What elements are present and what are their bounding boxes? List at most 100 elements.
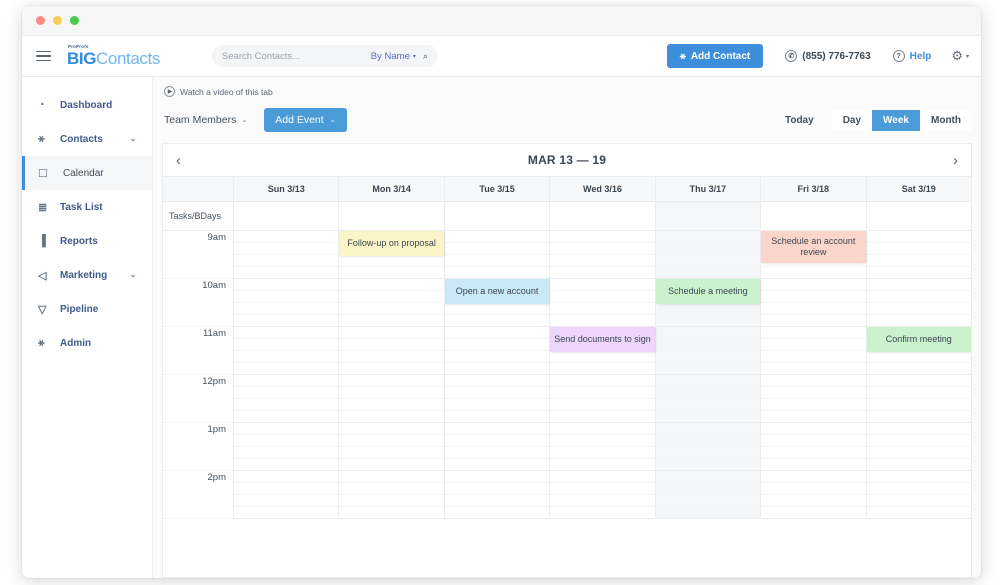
slot-2-2[interactable] [445, 327, 550, 375]
tasks-cell-5[interactable] [761, 202, 866, 230]
quarter-line [339, 291, 443, 303]
slot-0-5[interactable]: Schedule an account review [761, 231, 866, 279]
app-logo[interactable]: ProProfs BIGContacts [67, 45, 160, 68]
add-contact-button[interactable]: ⚹ Add Contact [667, 44, 763, 68]
slot-2-4[interactable] [656, 327, 761, 375]
team-members-dropdown[interactable]: Team Members ⌄ [164, 114, 247, 126]
next-week-button[interactable]: › [953, 153, 958, 168]
slot-1-0[interactable] [234, 279, 339, 327]
slot-1-5[interactable] [761, 279, 866, 327]
slot-3-5[interactable] [761, 375, 866, 423]
quarter-line [339, 363, 443, 375]
slot-4-4[interactable] [656, 423, 761, 471]
slot-4-1[interactable] [339, 423, 444, 471]
slot-3-6[interactable] [867, 375, 971, 423]
slot-5-5[interactable] [761, 471, 866, 519]
slot-1-4[interactable]: Schedule a meeting [656, 279, 761, 327]
sidebar-item-calendar[interactable]: ☐Calendar [22, 156, 152, 190]
view-button-month[interactable]: Month [920, 110, 972, 131]
search-icon[interactable]: ⌕ [423, 51, 428, 62]
slot-4-3[interactable] [550, 423, 655, 471]
sidebar-item-marketing[interactable]: ◁Marketing⌄ [22, 258, 152, 292]
tasks-cell-4[interactable] [656, 202, 761, 230]
sidebar-item-dashboard[interactable]: ◔Dashboard [22, 88, 152, 122]
quarter-line [656, 483, 760, 495]
slot-3-2[interactable] [445, 375, 550, 423]
calendar-event[interactable]: Open a new account [445, 279, 549, 304]
quarter-line [234, 339, 338, 351]
slot-3-4[interactable] [656, 375, 761, 423]
slot-4-0[interactable] [234, 423, 339, 471]
slot-1-2[interactable]: Open a new account [445, 279, 550, 327]
slot-0-2[interactable] [445, 231, 550, 279]
slot-1-6[interactable] [867, 279, 971, 327]
slot-0-3[interactable] [550, 231, 655, 279]
add-event-button[interactable]: Add Event ⌄ [264, 108, 346, 132]
today-button[interactable]: Today [785, 115, 814, 126]
view-button-day[interactable]: Day [832, 110, 872, 131]
calendar-event[interactable]: Follow-up on proposal [339, 231, 443, 256]
quarter-line [761, 411, 865, 423]
chevron-down-icon[interactable]: ▾ [413, 53, 416, 60]
maximize-window-button[interactable] [70, 16, 79, 25]
slot-3-1[interactable] [339, 375, 444, 423]
tasks-cell-2[interactable] [445, 202, 550, 230]
slot-2-3[interactable]: Send documents to sign [550, 327, 655, 375]
settings-button[interactable]: ⚙ ▾ [951, 48, 969, 64]
calendar-event[interactable]: Confirm meeting [867, 327, 971, 352]
slot-0-4[interactable] [656, 231, 761, 279]
calendar-event[interactable]: Send documents to sign [550, 327, 654, 352]
quarter-line [339, 423, 443, 435]
chevron-down-icon[interactable]: ⌄ [130, 271, 136, 279]
tasks-cell-0[interactable] [234, 202, 339, 230]
sidebar-item-reports[interactable]: ▐Reports [22, 224, 152, 258]
slot-1-1[interactable] [339, 279, 444, 327]
search-input[interactable]: Search Contacts... [222, 51, 371, 62]
slot-2-5[interactable] [761, 327, 866, 375]
slot-3-3[interactable] [550, 375, 655, 423]
quarter-line [445, 471, 549, 483]
calendar-event[interactable]: Schedule an account review [761, 231, 865, 263]
sidebar-item-pipeline[interactable]: ▽Pipeline [22, 292, 152, 326]
slot-3-0[interactable] [234, 375, 339, 423]
quarter-line [761, 387, 865, 399]
sidebar-item-task-list[interactable]: ≣Task List [22, 190, 152, 224]
search-filter-label[interactable]: By Name [371, 51, 410, 62]
slot-5-4[interactable] [656, 471, 761, 519]
support-phone[interactable]: ✆ (855) 776-7763 [785, 50, 870, 62]
slot-2-0[interactable] [234, 327, 339, 375]
calendar-event[interactable]: Schedule a meeting [656, 279, 760, 304]
help-button[interactable]: ? Help [893, 50, 932, 62]
tasks-cell-1[interactable] [339, 202, 444, 230]
quarter-line [445, 339, 549, 351]
slot-2-6[interactable]: Confirm meeting [867, 327, 971, 375]
slot-2-1[interactable] [339, 327, 444, 375]
quarter-line [550, 435, 654, 447]
slot-4-5[interactable] [761, 423, 866, 471]
minimize-window-button[interactable] [53, 16, 62, 25]
quarter-line [867, 435, 971, 447]
slot-0-1[interactable]: Follow-up on proposal [339, 231, 444, 279]
tasks-cell-3[interactable] [550, 202, 655, 230]
search-bar[interactable]: Search Contacts... By Name ▾ ⌕ [212, 45, 438, 67]
slot-0-6[interactable] [867, 231, 971, 279]
close-window-button[interactable] [36, 16, 45, 25]
slot-4-6[interactable] [867, 423, 971, 471]
slot-1-3[interactable] [550, 279, 655, 327]
slot-5-3[interactable] [550, 471, 655, 519]
sidebar-item-admin[interactable]: ⚹Admin [22, 326, 152, 360]
quarter-line [761, 315, 865, 327]
tasks-cell-6[interactable] [867, 202, 971, 230]
view-button-week[interactable]: Week [872, 110, 920, 131]
slot-5-6[interactable] [867, 471, 971, 519]
hamburger-icon[interactable] [36, 51, 51, 62]
slot-5-1[interactable] [339, 471, 444, 519]
slot-5-0[interactable] [234, 471, 339, 519]
sidebar-item-contacts[interactable]: ⚹Contacts⌄ [22, 122, 152, 156]
quarter-line [339, 507, 443, 519]
watch-video-link[interactable]: ▶ Watch a video of this tab [164, 86, 972, 97]
slot-5-2[interactable] [445, 471, 550, 519]
chevron-down-icon[interactable]: ⌄ [130, 135, 136, 143]
slot-4-2[interactable] [445, 423, 550, 471]
slot-0-0[interactable] [234, 231, 339, 279]
